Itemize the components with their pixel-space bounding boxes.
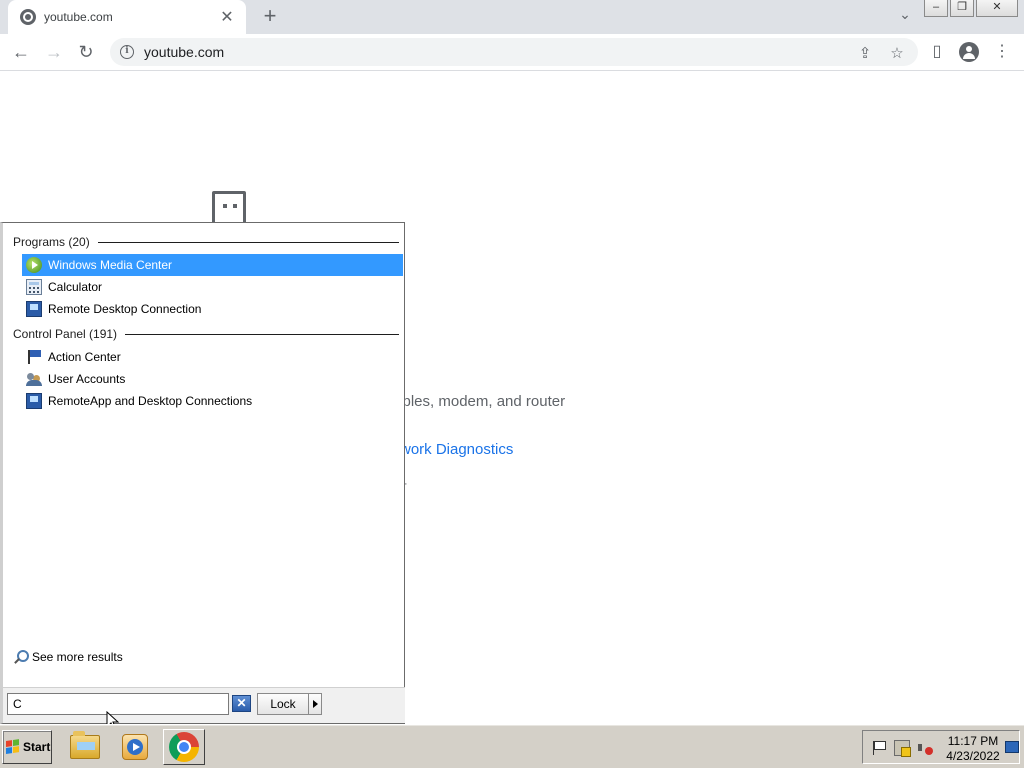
start-menu-footer: ✕ Lock <box>3 687 405 723</box>
profile-icon <box>959 42 979 62</box>
action-center-tray-icon[interactable] <box>871 740 887 756</box>
start-label: Start <box>23 740 51 754</box>
tab-close-icon[interactable]: ✕ <box>218 7 236 27</box>
browser-tab[interactable]: youtube.com ✕ <box>8 0 246 34</box>
start-button[interactable]: Start <box>2 730 52 764</box>
user-accounts-icon <box>26 371 42 387</box>
result-label: RemoteApp and Desktop Connections <box>48 394 253 408</box>
chrome-icon <box>169 732 199 762</box>
clock[interactable]: 11:17 PM 4/23/2022 <box>943 734 1003 764</box>
result-user-accounts[interactable]: User Accounts <box>22 368 403 390</box>
windows-media-center-icon <box>26 257 42 273</box>
lock-button[interactable]: Lock <box>257 693 309 715</box>
divider <box>125 333 399 335</box>
share-icon[interactable]: ⇪ <box>856 44 874 62</box>
group-header-control-panel: Control Panel (191) <box>13 325 403 343</box>
windows-logo-icon <box>6 739 20 755</box>
side-panel-icon[interactable]: ▯ <box>925 40 949 64</box>
window-controls: ‒ ❐ ✕ <box>922 0 1018 17</box>
minimize-button[interactable]: ‒ <box>924 0 948 17</box>
clear-search-button[interactable]: ✕ <box>232 695 251 712</box>
tab-title: youtube.com <box>44 10 113 24</box>
windows-media-player-icon <box>122 734 148 760</box>
result-label: Remote Desktop Connection <box>48 302 202 316</box>
new-tab-button[interactable]: + <box>259 5 281 27</box>
result-label: Action Center <box>48 350 121 364</box>
address-text: youtube.com <box>144 44 225 60</box>
taskbar-chrome[interactable] <box>163 729 205 765</box>
restore-button[interactable]: ❐ <box>950 0 974 17</box>
magnifier-icon <box>13 650 29 664</box>
browser-menu-icon[interactable]: ⋮ <box>990 40 1014 64</box>
network-tray-icon[interactable] <box>894 740 911 757</box>
taskbar-explorer[interactable] <box>64 729 106 765</box>
result-label: Windows Media Center <box>48 258 173 272</box>
address-bar[interactable]: i youtube.com ⇪ ☆ <box>110 38 918 66</box>
result-windows-media-center[interactable]: Windows Media Center <box>22 254 403 276</box>
globe-icon <box>20 9 36 25</box>
taskbar: Start 11:17 PM 4/23/2022 <box>0 724 1024 768</box>
show-desktop-button[interactable] <box>1005 741 1019 753</box>
result-label: User Accounts <box>48 372 126 386</box>
taskbar-media-player[interactable] <box>114 729 156 765</box>
tab-search-chevron-icon[interactable]: ⌄ <box>895 6 915 23</box>
shutdown-options-arrow-button[interactable] <box>308 693 322 715</box>
group-title: Programs (20) <box>13 235 90 249</box>
network-diagnostics-link[interactable]: work Diagnostics <box>400 441 513 458</box>
start-menu: Programs (20) Windows Media Center Calcu… <box>0 222 405 724</box>
profile-avatar[interactable] <box>957 40 981 64</box>
see-more-results-link[interactable]: See more results <box>13 650 123 664</box>
result-remote-desktop[interactable]: Remote Desktop Connection <box>22 298 403 320</box>
result-action-center[interactable]: Action Center <box>22 346 403 368</box>
see-more-label: See more results <box>32 650 123 664</box>
bookmark-star-icon[interactable]: ☆ <box>888 44 906 62</box>
back-button[interactable]: ← <box>9 40 33 64</box>
group-header-programs: Programs (20) <box>13 233 403 251</box>
result-remoteapp[interactable]: RemoteApp and Desktop Connections <box>22 390 403 412</box>
windows-explorer-icon <box>70 731 100 759</box>
volume-muted-icon[interactable] <box>917 740 933 756</box>
clock-date: 4/23/2022 <box>946 749 1000 763</box>
clock-time: 11:17 PM <box>947 734 999 748</box>
remoteapp-icon <box>26 393 42 409</box>
window-close-button[interactable]: ✕ <box>976 0 1018 17</box>
error-message: tables, modem, and router <box>390 393 566 410</box>
browser-toolbar: ← → ↻ i youtube.com ⇪ ☆ ▯ ⋮ <box>0 34 1024 71</box>
calculator-icon <box>26 279 42 295</box>
result-label: Calculator <box>48 280 103 294</box>
site-info-icon[interactable]: i <box>120 45 134 59</box>
action-center-flag-icon <box>26 349 42 365</box>
reload-button[interactable]: ↻ <box>74 40 98 64</box>
group-title: Control Panel (191) <box>13 327 118 341</box>
system-tray: 11:17 PM 4/23/2022 <box>862 730 1020 764</box>
result-calculator[interactable]: Calculator <box>22 276 403 298</box>
tab-strip: youtube.com ✕ + ⌄ ‒ ❐ ✕ <box>0 0 1024 34</box>
divider <box>97 241 399 243</box>
forward-button[interactable]: → <box>42 40 66 64</box>
remote-desktop-icon <box>26 301 42 317</box>
